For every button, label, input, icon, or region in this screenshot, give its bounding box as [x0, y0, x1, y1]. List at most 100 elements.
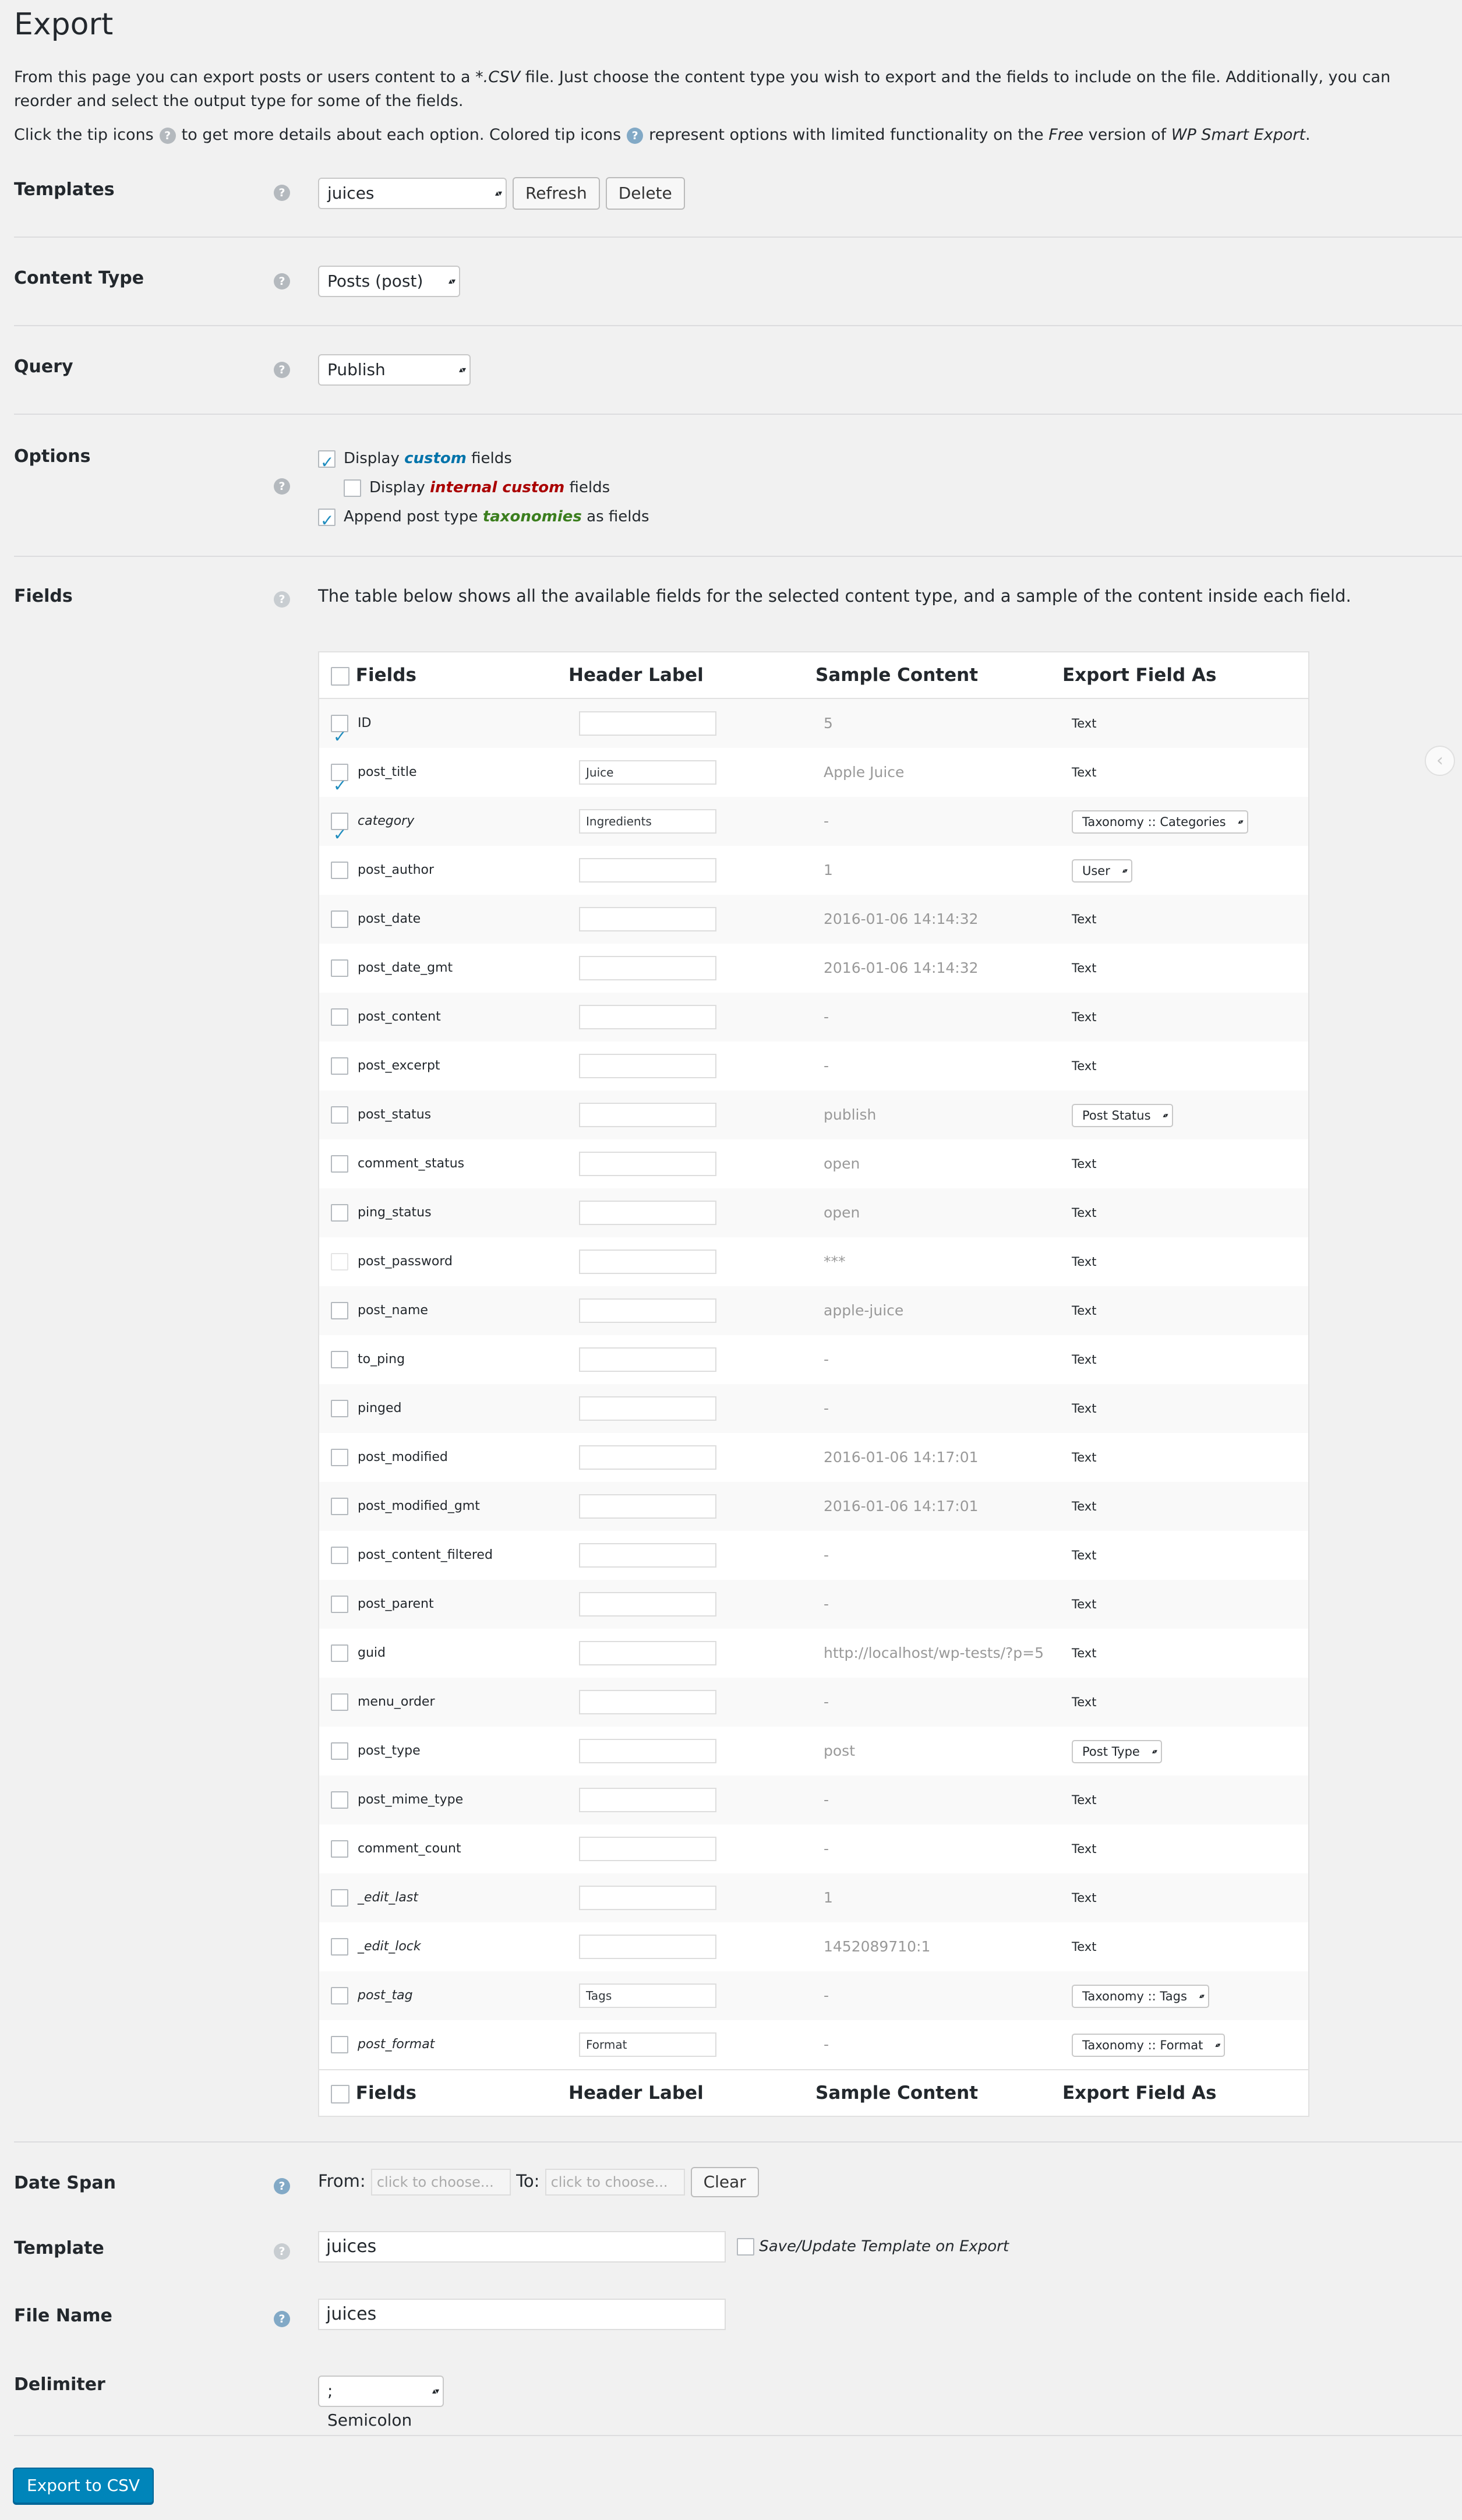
query-select[interactable]: Publish: [318, 354, 471, 386]
header-label-input[interactable]: [579, 956, 716, 980]
field-name: category: [358, 814, 415, 828]
header-label-input[interactable]: [579, 711, 716, 736]
header-label-input[interactable]: [579, 1103, 716, 1127]
sidebar-toggle-icon[interactable]: ‹: [1425, 746, 1455, 776]
export-as-select[interactable]: Taxonomy :: Format: [1072, 2034, 1226, 2057]
field-checkbox[interactable]: [331, 1938, 348, 1956]
option-display-internal[interactable]: Display internal custom fields: [344, 473, 649, 502]
field-checkbox[interactable]: [331, 1742, 348, 1760]
header-label-input[interactable]: Ingredients: [579, 809, 716, 834]
field-checkbox[interactable]: [331, 1057, 348, 1075]
header-label-input[interactable]: [579, 1935, 716, 1959]
field-checkbox[interactable]: [331, 1008, 348, 1026]
field-checkbox[interactable]: [331, 1106, 348, 1124]
field-name: post_modified_gmt: [358, 1499, 480, 1513]
query-help-icon[interactable]: ?: [274, 361, 290, 378]
header-label-input[interactable]: [579, 858, 716, 883]
header-label-input[interactable]: Tags: [579, 1983, 716, 2008]
date-from-input[interactable]: click to choose...: [370, 2169, 511, 2196]
table-row: _edit_last 1 Text: [319, 1873, 1308, 1922]
header-label-input[interactable]: [579, 1201, 716, 1225]
help-tip-icon[interactable]: ?: [159, 127, 176, 144]
file-name-input[interactable]: juices: [318, 2299, 726, 2330]
field-checkbox[interactable]: [331, 1253, 348, 1270]
clear-dates-button[interactable]: Clear: [690, 2167, 759, 2197]
header-label-input[interactable]: [579, 1543, 716, 1568]
field-checkbox[interactable]: [331, 2036, 348, 2053]
field-checkbox[interactable]: [331, 1449, 348, 1466]
colored-help-tip-icon[interactable]: ?: [627, 127, 644, 144]
export-as-select[interactable]: Post Type: [1072, 1740, 1162, 1763]
select-all-footer-checkbox[interactable]: [331, 2084, 349, 2103]
export-to-csv-button[interactable]: Export to CSV: [13, 2468, 154, 2504]
header-label-input[interactable]: [579, 1837, 716, 1861]
field-checkbox[interactable]: [331, 1400, 348, 1417]
content-type-select[interactable]: Posts (post): [318, 266, 460, 297]
export-as-select[interactable]: Taxonomy :: Categories: [1072, 810, 1248, 834]
templates-select[interactable]: juices: [318, 178, 507, 209]
field-checkbox[interactable]: [331, 1155, 348, 1173]
export-as-select[interactable]: Taxonomy :: Tags: [1072, 1985, 1209, 2008]
display-internal-checkbox[interactable]: [344, 479, 361, 497]
header-label-input[interactable]: [579, 1005, 716, 1029]
export-field-as-cell: Text: [1072, 1042, 1096, 1090]
save-template-checkbox[interactable]: [736, 2238, 754, 2256]
header-label-input[interactable]: [579, 1641, 716, 1665]
field-checkbox[interactable]: [331, 1351, 348, 1368]
field-checkbox[interactable]: [331, 1547, 348, 1564]
header-label-input[interactable]: [579, 1494, 716, 1519]
field-checkbox[interactable]: [331, 1204, 348, 1222]
display-custom-checkbox[interactable]: [318, 448, 336, 477]
export-as-text: Text: [1072, 1695, 1097, 1709]
option-display-custom[interactable]: Display custom fields: [318, 444, 649, 477]
field-checkbox[interactable]: [331, 1693, 348, 1711]
export-as-select[interactable]: User: [1072, 859, 1132, 883]
field-checkbox[interactable]: [331, 1791, 348, 1809]
field-checkbox[interactable]: [331, 1302, 348, 1319]
header-label-input[interactable]: [579, 1152, 716, 1176]
field-checkbox[interactable]: [331, 761, 348, 810]
field-checkbox[interactable]: [331, 1644, 348, 1662]
header-label-input[interactable]: [579, 1054, 716, 1078]
date-span-help-icon[interactable]: ?: [274, 2177, 290, 2194]
header-label-input[interactable]: Juice: [579, 760, 716, 785]
option-append-taxonomies[interactable]: Append post type taxonomies as fields: [318, 502, 649, 535]
content-type-help-icon[interactable]: ?: [274, 273, 290, 290]
refresh-button[interactable]: Refresh: [513, 177, 600, 210]
field-checkbox[interactable]: [331, 959, 348, 977]
export-field-as-cell: Text: [1072, 1678, 1096, 1727]
header-label-input[interactable]: Format: [579, 2032, 716, 2057]
header-label-input[interactable]: [579, 907, 716, 931]
delete-button[interactable]: Delete: [605, 177, 685, 210]
header-label-input[interactable]: [579, 1396, 716, 1421]
header-label-input[interactable]: [579, 1250, 716, 1274]
field-checkbox[interactable]: [331, 1596, 348, 1613]
header-label-input[interactable]: [579, 1788, 716, 1812]
file-name-help-icon[interactable]: ?: [274, 2310, 290, 2327]
field-checkbox[interactable]: [331, 910, 348, 928]
header-label-input[interactable]: [579, 1445, 716, 1470]
field-checkbox[interactable]: [331, 1889, 348, 1907]
header-label-input[interactable]: [579, 1347, 716, 1372]
export-as-select[interactable]: Post Status: [1072, 1104, 1173, 1127]
field-checkbox[interactable]: [331, 810, 348, 859]
template-help-icon[interactable]: ?: [274, 2243, 290, 2260]
append-taxonomies-checkbox[interactable]: [318, 506, 336, 535]
field-checkbox[interactable]: [331, 712, 348, 761]
field-checkbox[interactable]: [331, 1987, 348, 2004]
header-label-input[interactable]: [579, 1886, 716, 1910]
field-checkbox[interactable]: [331, 862, 348, 879]
fields-help-icon[interactable]: ?: [274, 591, 290, 608]
field-checkbox[interactable]: [331, 1840, 348, 1858]
select-all-checkbox[interactable]: [331, 666, 349, 686]
header-label-input[interactable]: [579, 1690, 716, 1714]
header-label-input[interactable]: [579, 1592, 716, 1617]
field-checkbox[interactable]: [331, 1498, 348, 1515]
date-to-input[interactable]: click to choose...: [545, 2169, 685, 2196]
options-help-icon[interactable]: ?: [274, 478, 290, 495]
templates-help-icon[interactable]: ?: [274, 184, 290, 201]
header-label-input[interactable]: [579, 1298, 716, 1323]
header-label-input[interactable]: [579, 1739, 716, 1763]
template-name-input[interactable]: juices: [318, 2231, 726, 2263]
delimiter-select[interactable]: ; Semicolon: [318, 2376, 444, 2430]
